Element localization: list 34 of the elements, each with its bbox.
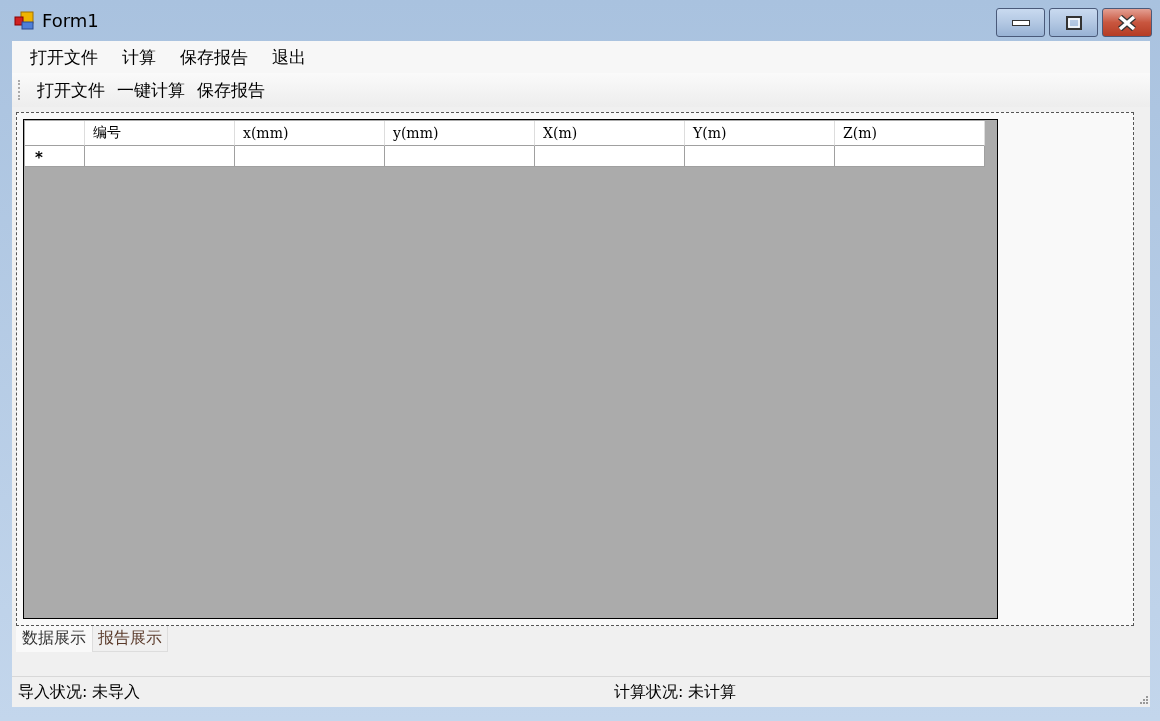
column-header[interactable]: Z(m): [835, 121, 985, 146]
maximize-button[interactable]: [1049, 8, 1098, 37]
column-header[interactable]: Y(m): [685, 121, 835, 146]
menu-item[interactable]: 计算: [110, 45, 168, 69]
minimize-button[interactable]: [996, 8, 1045, 37]
table-cell[interactable]: [85, 146, 235, 167]
row-header-corner: [25, 121, 85, 146]
table-cell[interactable]: [385, 146, 535, 167]
minimize-icon: [1011, 19, 1030, 26]
menu-item[interactable]: 保存报告: [168, 45, 260, 69]
maximize-icon: [1065, 15, 1082, 30]
app-icon: [14, 10, 36, 31]
toolbar-button[interactable]: 保存报告: [192, 78, 270, 102]
column-header[interactable]: y(mm): [385, 121, 535, 146]
tab[interactable]: 数据展示: [16, 626, 92, 652]
column-header[interactable]: 编号: [85, 121, 235, 146]
column-header[interactable]: x(mm): [235, 121, 385, 146]
status-label: 导入状况: 未导入: [17, 681, 142, 703]
toolbar-button[interactable]: 一键计算: [112, 78, 190, 102]
resize-grip-icon: [1138, 694, 1148, 704]
table-cell[interactable]: [235, 146, 385, 167]
table-cell[interactable]: [685, 146, 835, 167]
menu-item[interactable]: 退出: [260, 45, 318, 69]
status-label: 计算状况: 未计算: [613, 681, 738, 703]
close-icon: [1117, 14, 1137, 31]
window-title: Form1: [42, 10, 99, 31]
toolbar-button[interactable]: 打开文件: [32, 78, 110, 102]
tab[interactable]: 报告展示: [92, 626, 168, 652]
column-header[interactable]: X(m): [535, 121, 685, 146]
close-button[interactable]: [1102, 8, 1152, 37]
table-cell[interactable]: [835, 146, 985, 167]
table-cell[interactable]: [535, 146, 685, 167]
menu-item[interactable]: 打开文件: [18, 45, 110, 69]
new-row-marker: *: [25, 146, 85, 167]
